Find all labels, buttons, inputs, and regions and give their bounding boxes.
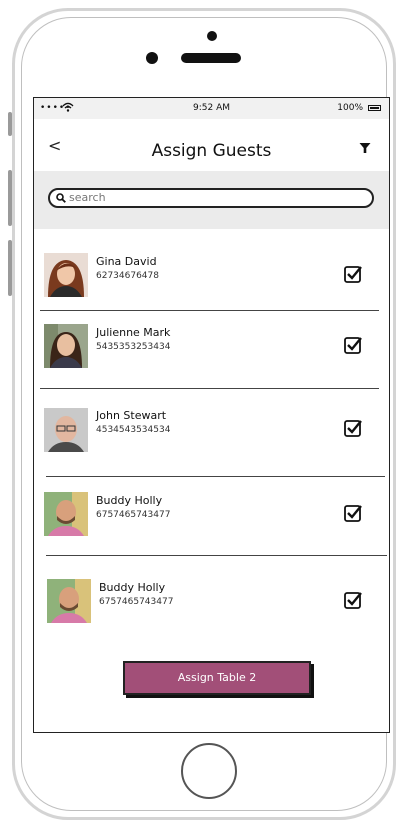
search-icon (56, 193, 66, 203)
volume-up-button (8, 170, 12, 226)
guest-name: Buddy Holly (96, 494, 163, 507)
guest-phone: 5435353253434 (96, 342, 171, 352)
guest-avatar (44, 492, 88, 536)
checkbox-checked-icon[interactable] (344, 265, 362, 283)
guest-avatar (44, 408, 88, 452)
guest-row[interactable]: Buddy Holly 6757465743477 (34, 574, 389, 634)
row-divider (46, 476, 385, 477)
guest-avatar (47, 579, 91, 623)
assign-table-button[interactable]: Assign Table 2 (123, 661, 311, 695)
search-input[interactable]: search (48, 188, 374, 208)
checkbox-checked-icon[interactable] (344, 336, 362, 354)
checkbox-checked-icon[interactable] (344, 591, 362, 609)
guest-row[interactable]: Buddy Holly 6757465743477 (34, 487, 389, 547)
guest-phone: 62734676478 (96, 271, 159, 281)
guest-name: Gina David (96, 255, 157, 268)
battery-percent: 100% (337, 103, 363, 113)
volume-down-button (8, 240, 12, 296)
guest-row[interactable]: John Stewart 4534543534534 (34, 402, 389, 462)
page-title: Assign Guests (151, 141, 272, 161)
checkbox-checked-icon[interactable] (344, 504, 362, 522)
guest-phone: 4534543534534 (96, 425, 171, 435)
checkbox-checked-icon[interactable] (344, 419, 362, 437)
home-button[interactable] (181, 743, 237, 799)
app-screen: ••••• 9:52 AM 100% < Assign Guests searc… (33, 97, 390, 733)
status-bar: ••••• 9:52 AM 100% (34, 98, 389, 119)
mute-switch (8, 112, 12, 136)
row-divider (40, 310, 379, 311)
guest-name: Buddy Holly (99, 581, 166, 594)
row-divider (46, 555, 387, 556)
search-placeholder: search (69, 191, 106, 204)
earpiece-speaker (181, 53, 241, 63)
guest-name: John Stewart (96, 409, 167, 422)
guest-phone: 6757465743477 (96, 510, 171, 520)
proximity-sensor (146, 52, 158, 64)
guest-avatar (44, 253, 88, 297)
status-time: 9:52 AM (193, 103, 230, 113)
guest-row[interactable]: Gina David 62734676478 (34, 248, 389, 308)
battery-icon (368, 105, 381, 111)
guest-name: Julienne Mark (96, 326, 171, 339)
guest-avatar (44, 324, 88, 368)
front-camera (207, 31, 217, 41)
filter-icon[interactable] (359, 142, 371, 154)
row-divider (40, 388, 379, 389)
search-area: search (34, 171, 389, 229)
guest-row[interactable]: Julienne Mark 5435353253434 (34, 319, 389, 379)
guest-phone: 6757465743477 (99, 597, 174, 607)
app-header: < Assign Guests (34, 119, 389, 171)
